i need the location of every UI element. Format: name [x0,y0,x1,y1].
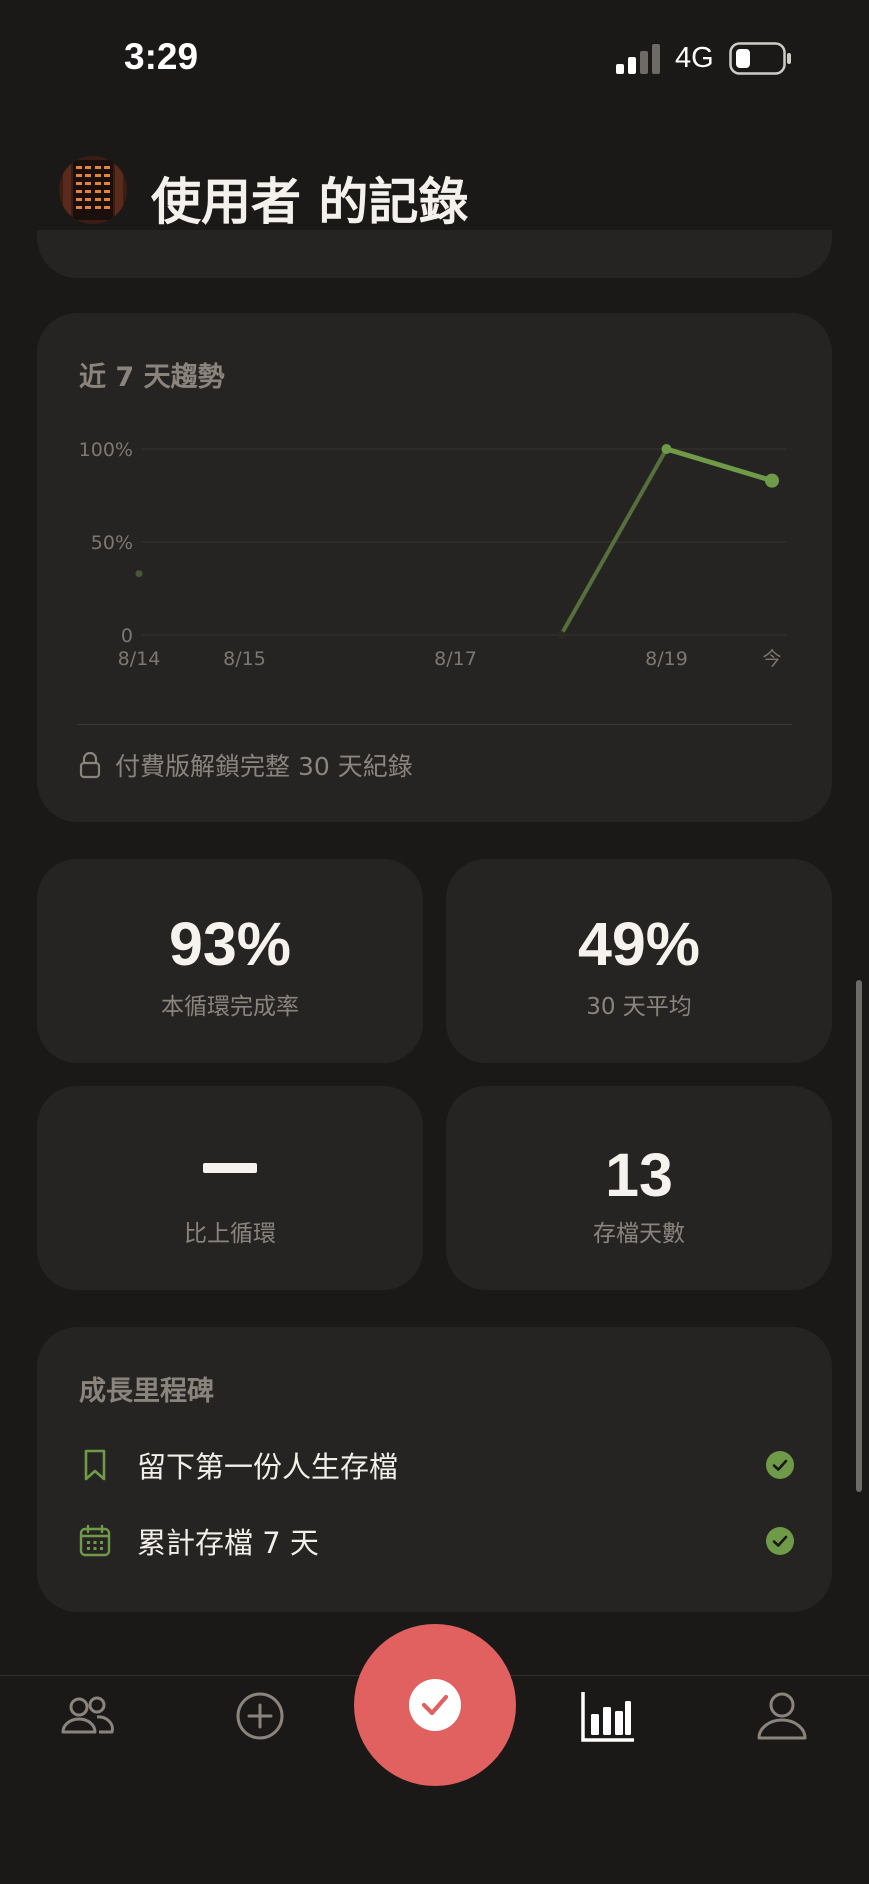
stat-card-30-day-average: 49% 30 天平均 [446,859,832,1063]
y-tick-label: 50% [91,532,133,554]
status-bar: 3:29 4G [0,0,869,120]
profile-icon[interactable] [754,1688,810,1744]
y-tick-label: 100% [79,439,133,461]
friends-icon[interactable] [59,1688,115,1744]
stat-value: 13 [605,1141,673,1209]
bookmark-icon [84,1449,106,1481]
scrollbar[interactable] [856,980,862,1492]
x-tick-label: 8/19 [645,648,688,670]
stat-card-cycle-completion: 93% 本循環完成率 [37,859,423,1063]
milestone-label: 留下第一份人生存檔 [137,1450,399,1484]
check-circle-icon [766,1451,794,1479]
x-tick-label: 今 [762,648,781,670]
unlock-text: 付費版解鎖完整 30 天紀錄 [115,752,413,781]
avatar[interactable] [59,156,127,224]
status-time: 3:29 [124,36,199,77]
check-icon [421,1694,449,1716]
milestone-label: 累計存檔 7 天 [137,1526,319,1560]
milestone-item: 累計存檔 7 天 [79,1516,794,1566]
calendar-icon [79,1524,111,1557]
previous-card-edge [37,230,832,278]
milestones-title: 成長里程碑 [79,1376,214,1407]
series-line [664,446,775,484]
stat-card-saved-days: 13 存檔天數 [446,1086,832,1290]
page-title: 使用者 的記錄 [151,173,469,231]
avatar-image [59,156,127,224]
stat-label: 比上循環 [184,1221,276,1247]
page-header: 使用者 的記錄 [0,150,869,240]
signal-icon [616,44,660,74]
lock-icon [79,751,101,779]
data-point [557,631,565,639]
data-point [765,473,779,488]
checkin-button[interactable] [354,1624,516,1786]
data-point [135,570,143,578]
milestone-item: 留下第一份人生存檔 [79,1440,794,1490]
data-point [661,444,672,454]
trend-chart: 100% 50% 08/14 8/15 8/17 8/19 今 [79,439,787,670]
stat-value: 93% [168,910,292,978]
check-circle-icon [766,1527,794,1555]
y-tick-label: 0 [121,625,133,647]
stat-label: 本循環完成率 [161,994,299,1020]
milestones-card: 成長里程碑 留下第一份人生存檔 累計存檔 7 天 [37,1327,832,1612]
x-tick-label: 8/15 [223,648,266,670]
stats-icon[interactable] [580,1688,636,1744]
battery-icon [729,42,791,75]
x-tick-label: 8/17 [434,648,477,670]
add-icon[interactable] [232,1688,288,1744]
trend-card: 近 7 天趨勢 100% 50% 0 8/14 8/15 8/17 8/19 今 付費版解鎖完… [37,313,832,822]
checkin-button-inner [409,1679,461,1731]
network-type: 4G [675,42,714,74]
stat-label: 30 天平均 [586,994,692,1020]
stat-label: 存檔天數 [593,1221,685,1247]
unlock-prompt[interactable]: 付費版解鎖完整 30 天紀錄 [79,745,413,785]
divider [77,724,792,725]
stat-value-dash [203,1163,257,1173]
stat-card-vs-last-cycle: 比上循環 [37,1086,423,1290]
x-tick-label: 8/14 [118,648,161,670]
stat-value: 49% [577,910,701,978]
